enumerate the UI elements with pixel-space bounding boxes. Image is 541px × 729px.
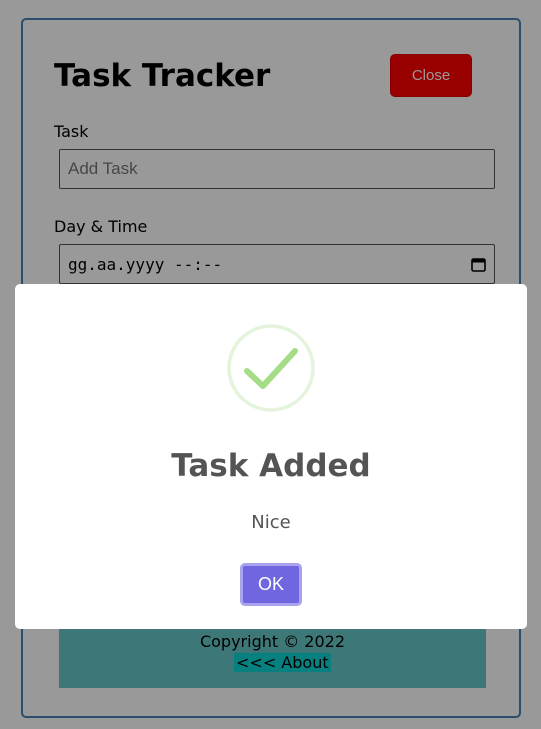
ok-button[interactable]: OK bbox=[240, 563, 302, 606]
success-dialog: Task Added Nice OK bbox=[15, 284, 527, 629]
dialog-message: Nice bbox=[251, 512, 291, 533]
dialog-title: Task Added bbox=[171, 448, 371, 484]
success-check-icon bbox=[227, 324, 315, 412]
